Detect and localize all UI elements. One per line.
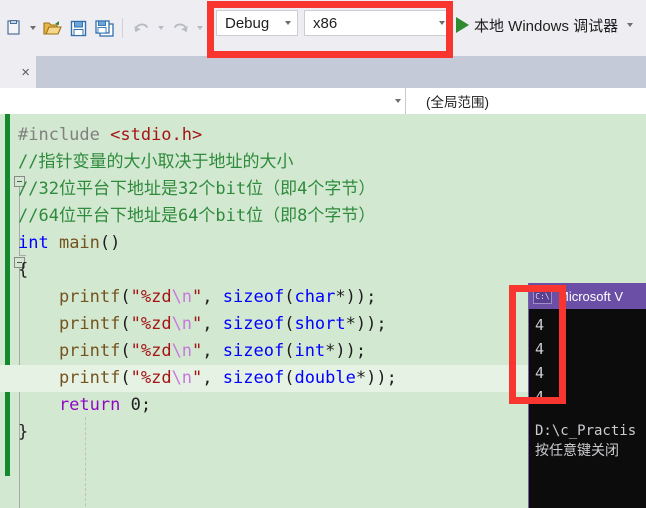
code-token: ( — [284, 341, 295, 361]
solution-platform-value: x86 — [313, 14, 338, 32]
line-comment-3[interactable]: //64位平台下地址是64个bit位（即8个字节） — [0, 203, 646, 230]
toolbar-separator — [122, 18, 123, 38]
code-token: double — [294, 368, 356, 388]
code-token: printf — [18, 341, 121, 361]
redo-dropdown-caret[interactable] — [193, 13, 206, 43]
code-token: return — [18, 395, 121, 415]
code-token: int — [18, 233, 49, 253]
code-token: //32位平台下地址是32个bit位（即4个字节） — [18, 179, 376, 199]
start-debugging-label: 本地 Windows 调试器 — [474, 17, 619, 35]
line-comment-1[interactable]: //指针变量的大小取决于地址的大小 — [0, 149, 646, 176]
code-token: \n — [171, 287, 193, 307]
code-token: //指针变量的大小取决于地址的大小 — [18, 152, 294, 172]
code-token: *)); — [345, 314, 387, 334]
code-token: *)); — [355, 368, 397, 388]
main-toolbar: Debug x86 本地 Windows 调试器 — [0, 0, 646, 57]
code-token: " — [192, 314, 203, 334]
code-token: ( — [120, 368, 131, 388]
code-token: short — [294, 314, 346, 334]
code-token: sizeof — [222, 341, 285, 361]
code-token: "%zd — [130, 341, 172, 361]
undo-dropdown-caret[interactable] — [154, 13, 167, 43]
undo-icon[interactable] — [128, 13, 154, 43]
member-dropdown-caret[interactable] — [395, 88, 401, 114]
code-token: sizeof — [222, 368, 285, 388]
start-debugging-caret[interactable] — [623, 10, 636, 40]
open-file-icon[interactable] — [39, 13, 65, 43]
code-token: sizeof — [222, 287, 285, 307]
console-app-icon: C:\ — [533, 288, 552, 304]
code-token: *)); — [335, 287, 377, 307]
code-token: \n — [171, 368, 193, 388]
save-icon[interactable] — [65, 13, 91, 43]
code-token: , — [202, 368, 223, 388]
console-title-bar[interactable]: C:\ Microsoft V — [529, 283, 646, 309]
code-token: () — [99, 233, 121, 253]
code-token: , — [202, 287, 223, 307]
close-icon[interactable]: × — [21, 65, 30, 80]
console-output: 4 4 4 4 — [535, 316, 545, 406]
scope-dropdown-value: (全局范围) — [426, 95, 489, 110]
code-token: "%zd — [130, 368, 172, 388]
new-item-icon[interactable] — [0, 13, 26, 43]
code-token: , — [202, 314, 223, 334]
code-token: <stdio.h> — [110, 125, 203, 145]
code-token: \n — [171, 341, 193, 361]
code-token: char — [294, 287, 336, 307]
line-main[interactable]: int main() — [0, 230, 646, 257]
console-exit-message: D:\c_Practis 按任意键关闭 — [535, 423, 637, 459]
line-include[interactable]: #include <stdio.h> — [0, 122, 646, 149]
code-token: printf — [18, 368, 121, 388]
save-all-icon[interactable] — [91, 13, 117, 43]
code-token: " — [192, 341, 203, 361]
play-icon — [456, 17, 469, 33]
code-token: ( — [284, 314, 295, 334]
console-title-text: Microsoft V — [558, 288, 624, 304]
start-debugging-button[interactable]: 本地 Windows 调试器 — [456, 10, 636, 40]
code-navigation-bar: (全局范围) — [0, 88, 646, 114]
code-token: , — [202, 341, 223, 361]
solution-configuration-combo[interactable]: Debug — [216, 10, 298, 36]
code-token: \n — [171, 314, 193, 334]
code-token: main — [48, 233, 100, 253]
new-item-dropdown-caret[interactable] — [26, 13, 39, 43]
line-open-brace[interactable]: { — [0, 257, 646, 284]
member-dropdown[interactable] — [0, 88, 406, 114]
code-token: ( — [120, 314, 131, 334]
code-token: #include — [18, 125, 111, 145]
code-token: " — [192, 287, 203, 307]
scope-dropdown[interactable]: (全局范围) — [406, 88, 646, 114]
debug-console-window[interactable]: C:\ Microsoft V 4 4 4 4 D:\c_Practis 按任意… — [528, 283, 646, 508]
solution-configuration-value: Debug — [225, 14, 270, 32]
code-token: "%zd — [130, 314, 172, 334]
build-config-group: Debug x86 — [216, 10, 452, 36]
code-token: 0; — [120, 395, 152, 415]
line-comment-2[interactable]: //32位平台下地址是32个bit位（即4个字节） — [0, 176, 646, 203]
code-token: //64位平台下地址是64个bit位（即8个字节） — [18, 206, 376, 226]
code-token: int — [294, 341, 326, 361]
code-token: ( — [284, 368, 295, 388]
code-token: ( — [120, 341, 131, 361]
code-token: sizeof — [222, 314, 285, 334]
document-tab-strip: × — [0, 56, 646, 88]
code-token: ( — [284, 287, 295, 307]
solution-platform-combo[interactable]: x86 — [304, 10, 452, 36]
code-token: " — [192, 368, 203, 388]
solution-configuration-caret[interactable] — [279, 11, 297, 35]
code-token: printf — [18, 314, 121, 334]
code-token: } — [18, 422, 29, 442]
redo-icon[interactable] — [167, 13, 193, 43]
solution-platform-caret[interactable] — [433, 11, 451, 35]
document-tab[interactable]: × — [0, 56, 36, 88]
code-token: "%zd — [130, 287, 172, 307]
code-token: *)); — [325, 341, 367, 361]
code-token: { — [18, 260, 29, 280]
code-token: printf — [18, 287, 121, 307]
code-token: ( — [120, 287, 131, 307]
